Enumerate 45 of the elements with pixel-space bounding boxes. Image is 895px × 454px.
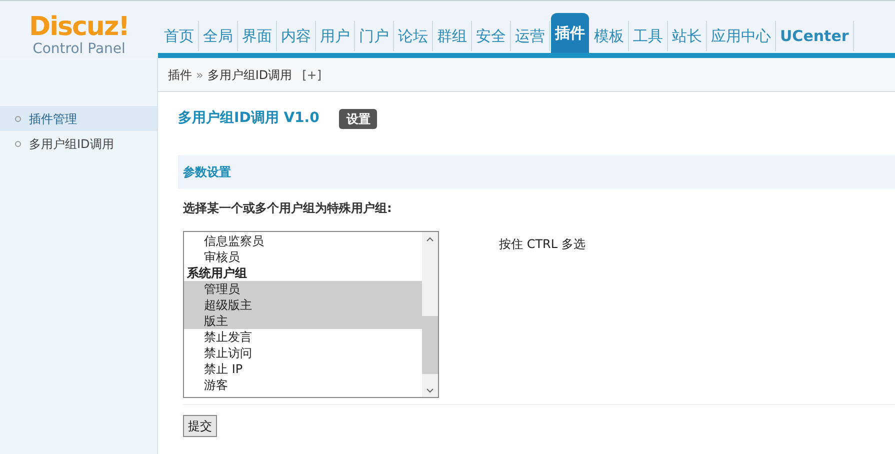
option-group-label: 系统用户组 xyxy=(186,265,248,281)
page-title: 多用户组ID调用 V1.0 xyxy=(178,108,320,128)
list-option[interactable]: 超级版主 xyxy=(184,297,422,313)
list-option[interactable]: 信息监察员 xyxy=(184,233,422,249)
nav-tab[interactable]: 首页 xyxy=(160,21,199,51)
list-option[interactable]: 游客 xyxy=(184,377,422,393)
settings-badge[interactable]: 设置 xyxy=(339,108,378,128)
field-hint: 按住 CTRL 多选 xyxy=(499,236,586,253)
sidebar-item[interactable]: 多用户组ID调用 xyxy=(0,131,157,156)
breadcrumb-separator: » xyxy=(196,66,204,84)
list-option[interactable]: 审核员 xyxy=(184,249,422,265)
nav-tab[interactable]: 插件 xyxy=(551,13,589,53)
submit-button[interactable]: 提交 xyxy=(183,415,217,437)
nav-tab[interactable]: 安全 xyxy=(472,21,511,51)
list-option[interactable]: 禁止访问 xyxy=(184,345,422,361)
section-title: 参数设置 xyxy=(183,164,231,181)
nav-tab[interactable]: 站长 xyxy=(668,21,707,51)
nav-tab[interactable]: 工具 xyxy=(629,21,668,51)
list-option[interactable]: 禁止发言 xyxy=(184,329,422,345)
breadcrumb-item[interactable]: 插件 xyxy=(168,66,192,84)
list-option[interactable]: 管理员 xyxy=(184,281,422,297)
logo-wordmark: Discuz! xyxy=(29,13,129,41)
nav-tab[interactable]: 论坛 xyxy=(394,21,433,51)
scrollbar[interactable] xyxy=(422,232,438,397)
nav-tab[interactable]: 全局 xyxy=(199,21,238,51)
sidebar-item[interactable]: 插件管理 xyxy=(0,106,157,131)
bullet-icon xyxy=(15,116,21,122)
user-group-listbox[interactable]: 信息监察员 审核员 系统用户组 管理员 超级版主 版主 禁止发言 禁止访问 禁止 IP 游客 xyxy=(183,231,439,398)
nav-tab[interactable]: 群组 xyxy=(433,21,472,51)
nav-tab[interactable]: 应用中心 xyxy=(707,21,776,51)
add-shortcut-link[interactable]: [+] xyxy=(302,66,322,84)
field-label: 选择某一个或多个用户组为特殊用户组: xyxy=(183,200,393,217)
list-option[interactable]: 版主 xyxy=(184,313,422,329)
nav-tab[interactable]: UCenter xyxy=(776,21,854,51)
nav-tab[interactable]: 门户 xyxy=(355,21,394,51)
bullet-icon xyxy=(15,140,21,146)
nav-tab[interactable]: 用户 xyxy=(316,21,355,51)
nav-tab[interactable]: 运营 xyxy=(511,21,550,51)
list-option[interactable]: 禁止 IP xyxy=(184,361,422,377)
logo-subtitle: Control Panel xyxy=(32,41,126,57)
nav-tab[interactable]: 内容 xyxy=(277,21,316,51)
breadcrumb-item: 多用户组ID调用 xyxy=(207,66,292,84)
nav-tab[interactable]: 模板 xyxy=(590,21,629,51)
nav-tab[interactable]: 界面 xyxy=(238,21,277,51)
scroll-thumb[interactable] xyxy=(422,316,438,374)
